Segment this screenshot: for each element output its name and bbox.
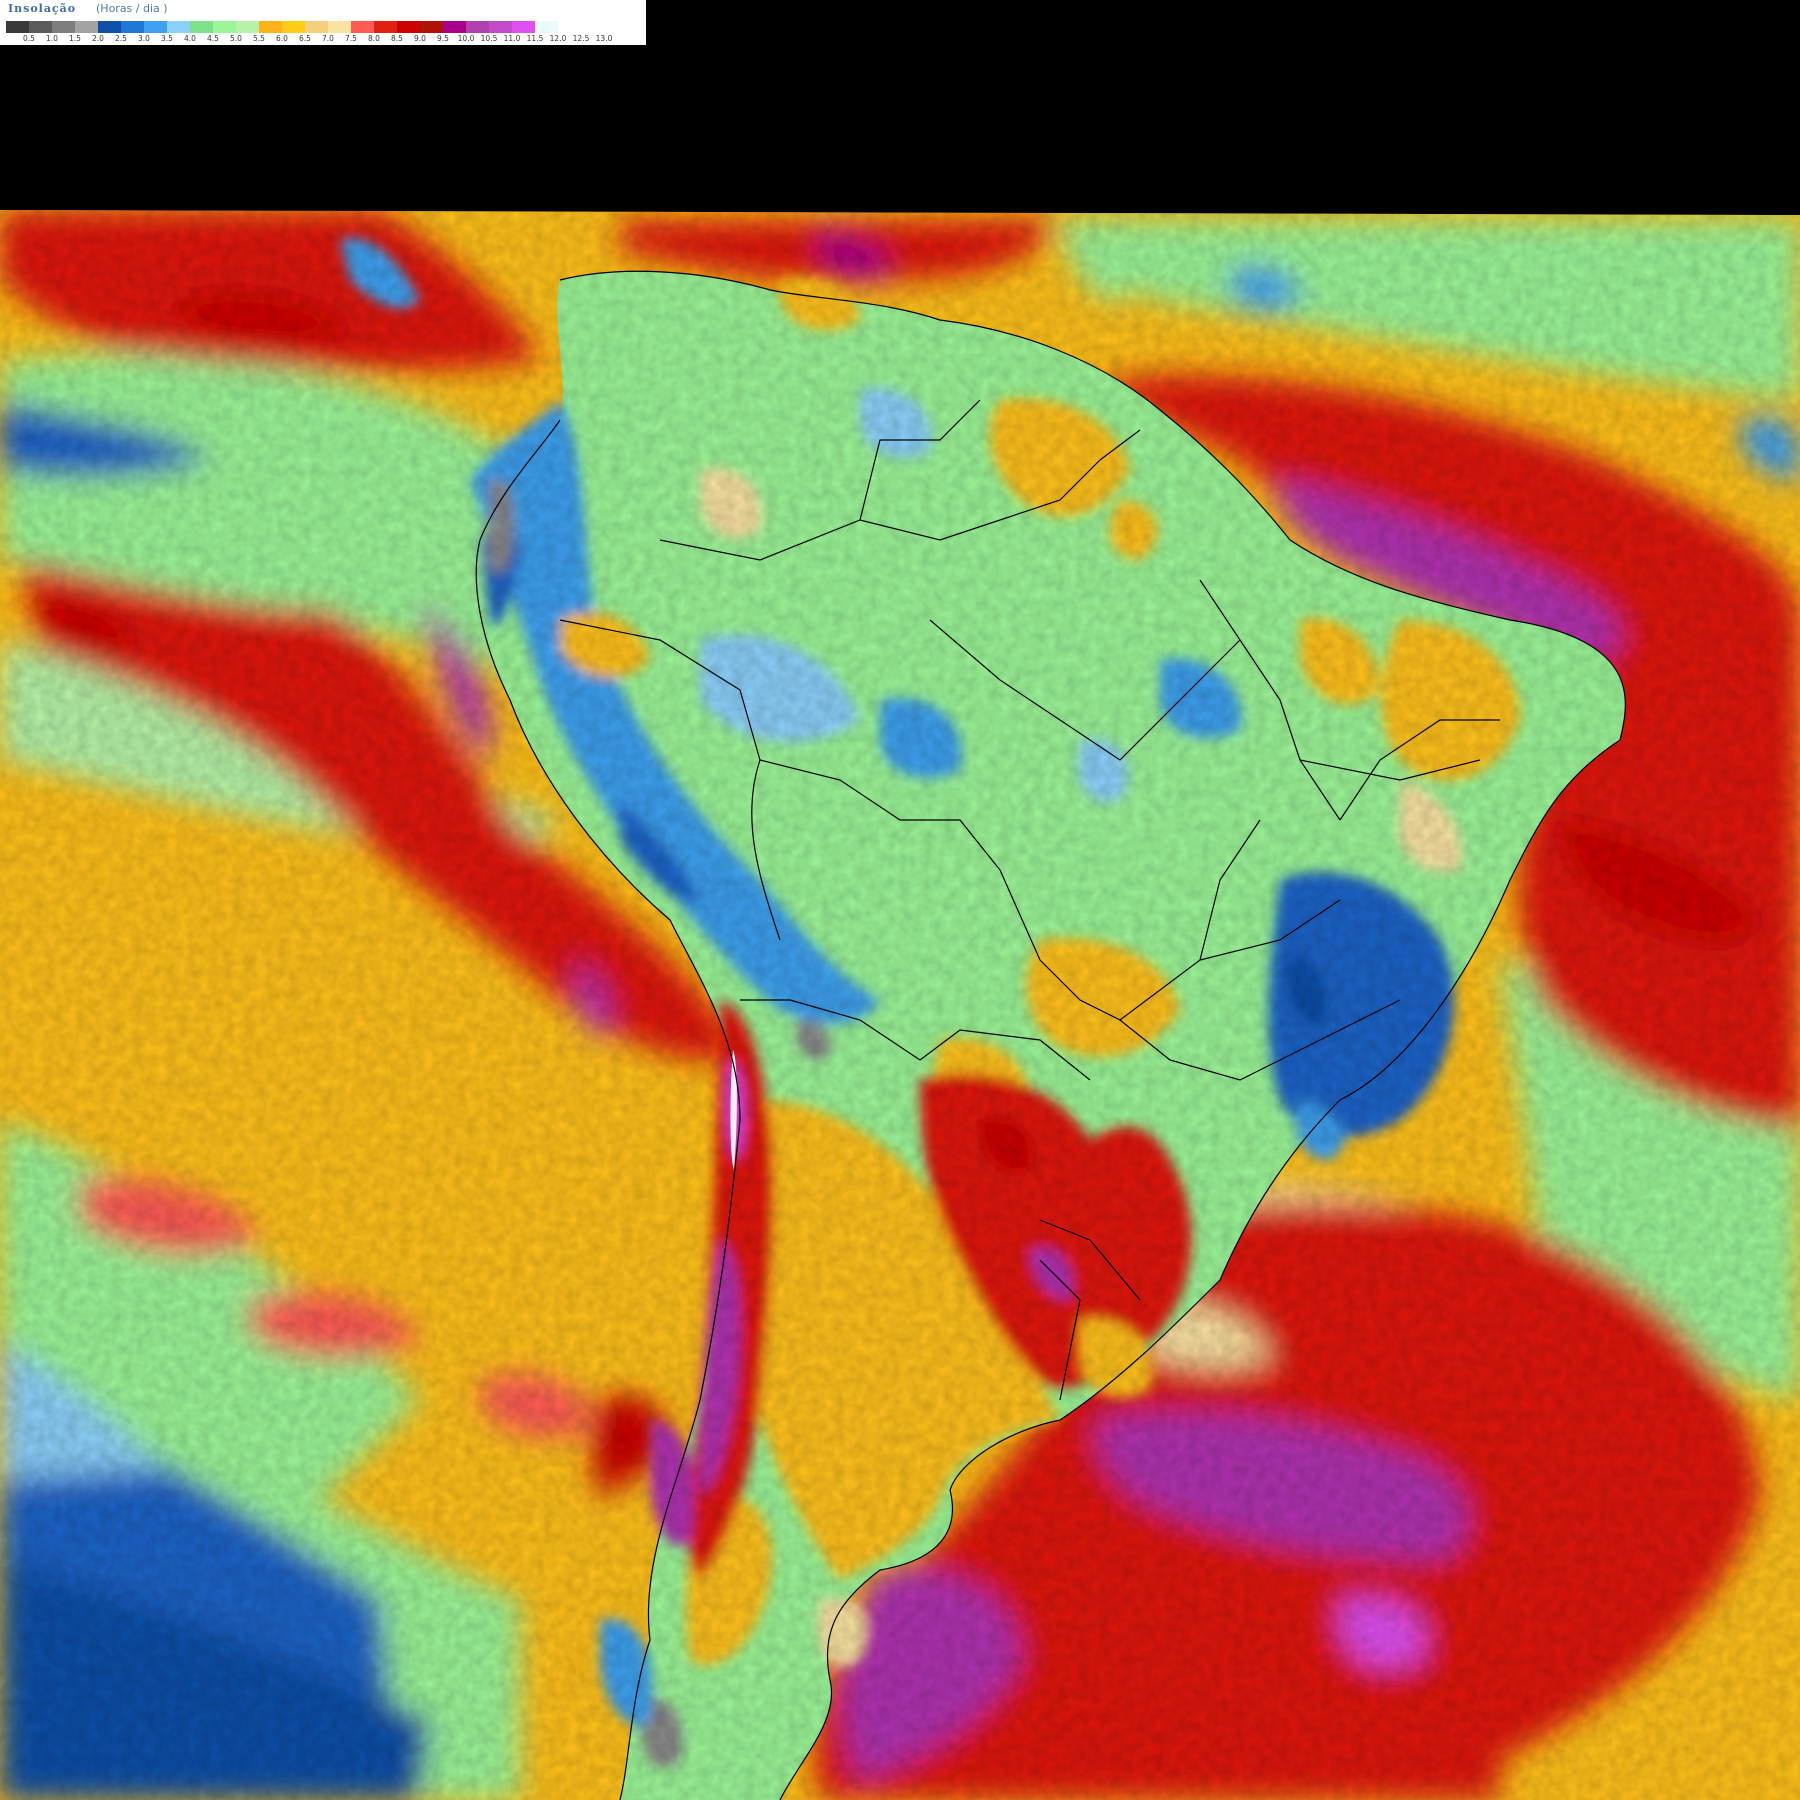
legend-swatch-18	[420, 21, 443, 33]
legend-tick-label: 8.5	[391, 34, 403, 43]
legend-tick-label: 8.0	[368, 34, 380, 43]
legend-swatch-17	[397, 21, 420, 33]
legend-tick-label: 6.0	[276, 34, 288, 43]
legend-swatch-22	[512, 21, 535, 33]
legend-title: Insolação	[8, 2, 77, 15]
legend-tick-label: 9.5	[437, 34, 449, 43]
legend-tick-label: 12.0	[549, 34, 567, 43]
legend-swatch-20	[466, 21, 489, 33]
legend-tick-label: 13.0	[595, 34, 613, 43]
legend-swatch-24	[558, 21, 581, 33]
legend-swatch-16	[374, 21, 397, 33]
legend-swatch-6	[144, 21, 167, 33]
legend-tick-label: 10.5	[480, 34, 498, 43]
legend-color-bar	[6, 21, 581, 33]
legend-swatch-15	[351, 21, 374, 33]
legend-swatch-3	[75, 21, 98, 33]
legend-swatch-13	[305, 21, 328, 33]
legend-swatch-21	[489, 21, 512, 33]
legend-swatch-11	[259, 21, 282, 33]
legend-tick-label: 5.0	[230, 34, 242, 43]
legend-tick-label: 1.0	[46, 34, 58, 43]
legend-tick-label: 2.5	[115, 34, 127, 43]
insolation-map	[0, 210, 1800, 1800]
legend-tick-label: 4.0	[184, 34, 196, 43]
legend-tick-label: 1.5	[69, 34, 81, 43]
legend-tick-label: 9.0	[414, 34, 426, 43]
legend-tick-label: 11.5	[526, 34, 544, 43]
legend-tick-label: 5.5	[253, 34, 265, 43]
legend-tick-label: 7.5	[345, 34, 357, 43]
legend-swatch-12	[282, 21, 305, 33]
legend-unit: (Horas / dia )	[96, 2, 168, 15]
legend-swatch-5	[121, 21, 144, 33]
legend-swatch-2	[52, 21, 75, 33]
legend-swatch-23	[535, 21, 558, 33]
legend-swatch-8	[190, 21, 213, 33]
legend-tick-label: 6.5	[299, 34, 311, 43]
legend-tick-label: 0.5	[23, 34, 35, 43]
legend-tick-label: 2.0	[92, 34, 104, 43]
legend-tick-label: 3.5	[161, 34, 173, 43]
legend-tick-label: 4.5	[207, 34, 219, 43]
legend-tick-label: 11.0	[503, 34, 521, 43]
legend-swatch-4	[98, 21, 121, 33]
legend-tick-label: 3.0	[138, 34, 150, 43]
legend-swatch-10	[236, 21, 259, 33]
legend-tick-label: 7.0	[322, 34, 334, 43]
legend-swatch-19	[443, 21, 466, 33]
legend-swatch-14	[328, 21, 351, 33]
legend-swatch-7	[167, 21, 190, 33]
legend-swatch-9	[213, 21, 236, 33]
legend-tick-labels: 0.5 1.0 1.5 2.0 2.5 3.0 3.5 4.0 4.5 5.0 5.5 6.0 6.5 7…	[6, 34, 646, 44]
legend-tick-label: 10.0	[457, 34, 475, 43]
legend-swatch-1	[29, 21, 52, 33]
color-legend: Insolação (Horas / dia ) 0.5 1.0 1.5 2.0 2.5…	[0, 0, 646, 45]
legend-tick-label: 12.5	[572, 34, 590, 43]
legend-swatch-0	[6, 21, 29, 33]
